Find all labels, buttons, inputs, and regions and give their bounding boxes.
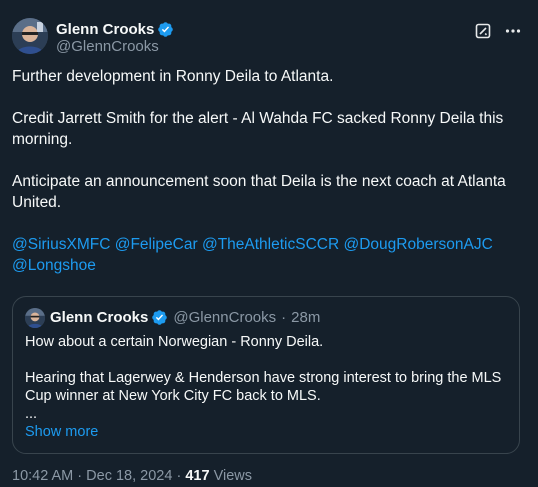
mention-link[interactable]: @SiriusXMFC [12, 236, 110, 253]
author-display-name[interactable]: Glenn Crooks [56, 21, 154, 38]
tweet-text: Further development in Ronny Deila to At… [12, 66, 522, 276]
author-avatar[interactable] [12, 18, 48, 54]
grok-icon[interactable] [472, 20, 494, 42]
tweet-mentions: @SiriusXMFC @FelipeCar @TheAthleticSCCR … [12, 234, 522, 276]
tweet-paragraph: Anticipate an announcement soon that Dei… [12, 173, 506, 211]
quoted-tweet[interactable]: Glenn Crooks @GlennCrooks · 28m How abou… [12, 296, 520, 454]
quoted-header: Glenn Crooks @GlennCrooks · 28m [50, 309, 320, 326]
mention-link[interactable]: @DougRobersonAJC [343, 236, 492, 253]
tweet-meta: 10:42 AM · Dec 18, 2024 · 417 Views [12, 468, 252, 484]
mention-link[interactable]: @TheAthleticSCCR [202, 236, 339, 253]
verified-badge-icon [157, 21, 174, 38]
tweet-date[interactable]: Dec 18, 2024 [86, 468, 172, 484]
quoted-paragraph: Hearing that Lagerwey & Henderson have s… [25, 370, 502, 404]
mention-link[interactable]: @Longshoe [12, 257, 96, 274]
show-more-link[interactable]: Show more [25, 424, 98, 440]
views-label: Views [213, 468, 252, 484]
author-name-row[interactable]: Glenn Crooks [56, 19, 174, 39]
tweet-paragraph: Further development in Ronny Deila to At… [12, 68, 334, 85]
mention-link[interactable]: @FelipeCar [115, 236, 198, 253]
meta-separator: · [77, 468, 83, 484]
quoted-ellipsis: ... [25, 406, 38, 422]
meta-separator: · [176, 468, 182, 484]
views-count[interactable]: 417 [185, 468, 209, 484]
author-handle[interactable]: @GlennCrooks [56, 38, 159, 55]
verified-badge-icon [151, 309, 168, 326]
quoted-author-avatar[interactable] [25, 308, 45, 328]
quoted-author-handle[interactable]: @GlennCrooks [173, 309, 276, 326]
quoted-timestamp[interactable]: 28m [291, 309, 320, 326]
tweet-time[interactable]: 10:42 AM [12, 468, 73, 484]
tweet-paragraph: Credit Jarrett Smith for the alert - Al … [12, 110, 504, 148]
quoted-author-name[interactable]: Glenn Crooks [50, 309, 148, 326]
more-options-icon[interactable] [502, 20, 524, 42]
quoted-text: How about a certain Norwegian - Ronny De… [25, 333, 509, 441]
quoted-paragraph: How about a certain Norwegian - Ronny De… [25, 334, 324, 350]
tweet-top-actions [472, 20, 524, 42]
quoted-separator: · [281, 309, 287, 326]
tweet: Glenn Crooks @GlennCrooks Further develo… [0, 0, 538, 487]
